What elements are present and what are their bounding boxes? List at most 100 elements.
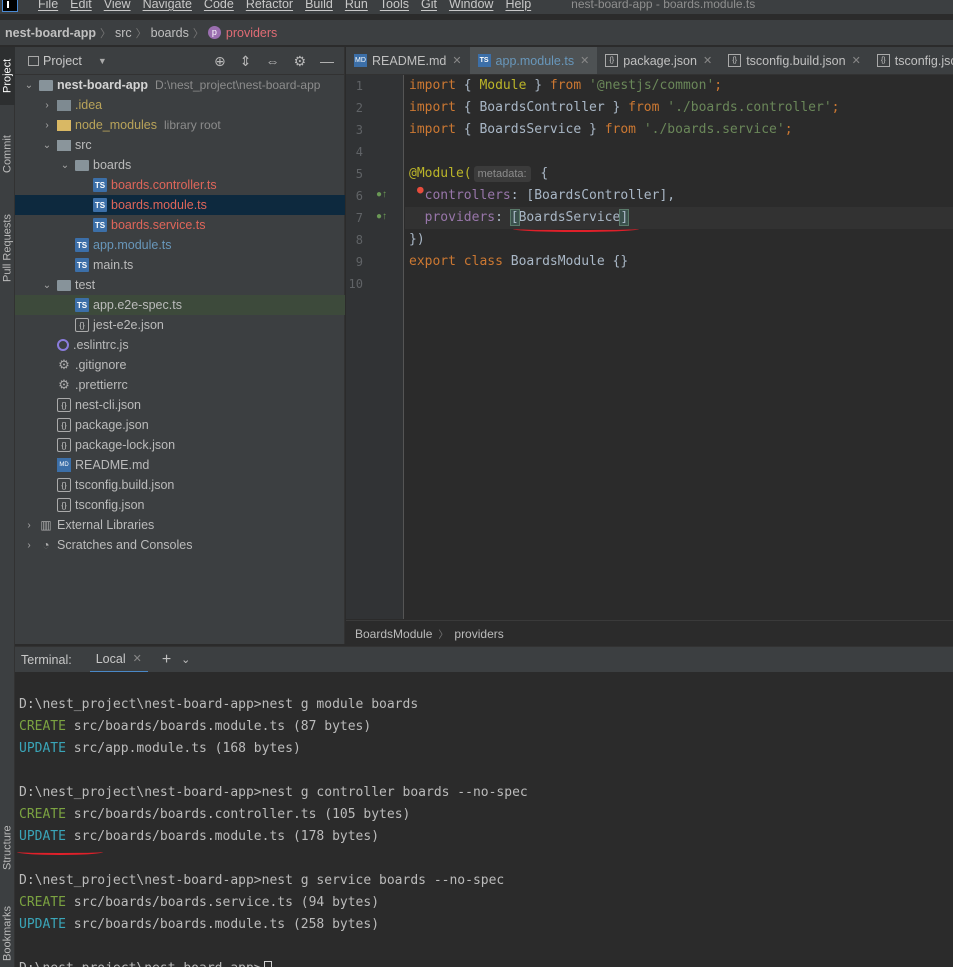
- tree-item-label: package-lock.json: [75, 438, 176, 452]
- chevron-down-icon[interactable]: ⌄: [41, 140, 53, 151]
- menu-tools[interactable]: Tools: [380, 0, 409, 11]
- terminal-title: Terminal:: [21, 652, 72, 667]
- library-icon: ▥: [40, 518, 52, 532]
- menu-navigate[interactable]: Navigate: [143, 0, 192, 11]
- tree-item[interactable]: ›⚙.prettierrc: [15, 375, 345, 395]
- tree-item-label: tsconfig.build.json: [75, 478, 175, 492]
- tree-item[interactable]: ›TSapp.e2e-spec.ts: [15, 295, 345, 315]
- project-view-selector[interactable]: Project: [43, 54, 82, 68]
- tool-tab-structure[interactable]: Structure: [0, 813, 15, 883]
- tree-item[interactable]: ⌄ boards: [15, 155, 345, 175]
- chevron-right-icon[interactable]: ›: [23, 540, 35, 551]
- close-icon[interactable]: ✕: [133, 652, 142, 665]
- editor-crumb-boardsmodule[interactable]: BoardsModule: [355, 627, 432, 641]
- tree-item[interactable]: ›{}package.json: [15, 415, 345, 435]
- chevron-down-icon[interactable]: ⌄: [59, 160, 71, 171]
- tree-item[interactable]: ›TSboards.controller.ts: [15, 175, 345, 195]
- menu-window[interactable]: Window: [449, 0, 493, 11]
- editor-tab[interactable]: {} tsconfig.json: [869, 47, 953, 74]
- dropdown-arrow-icon[interactable]: ▼: [98, 56, 107, 66]
- menu-bar: File Edit View Navigate Code Refactor Bu…: [0, 0, 953, 14]
- menu-file[interactable]: File: [38, 0, 58, 11]
- line-number: 8: [355, 233, 363, 247]
- tree-item[interactable]: › .idea: [15, 95, 345, 115]
- editor-tab[interactable]: {} tsconfig.build.json ✕: [720, 47, 869, 74]
- tool-tab-commit[interactable]: Commit: [0, 123, 15, 185]
- code-token: :: [495, 210, 511, 225]
- tool-tab-pull-requests[interactable]: Pull Requests: [0, 203, 15, 293]
- nav-crumb-project[interactable]: nest-board-app: [5, 26, 96, 40]
- tree-item[interactable]: ⌄ src: [15, 135, 345, 155]
- editor-tab[interactable]: TS app.module.ts ✕: [469, 47, 598, 74]
- new-terminal-plus-icon[interactable]: +: [162, 651, 171, 669]
- nav-crumb-src[interactable]: src: [115, 26, 132, 40]
- close-icon[interactable]: ✕: [703, 54, 712, 67]
- chevron-right-icon[interactable]: ›: [23, 520, 35, 531]
- tree-item[interactable]: ›TSboards.module.ts: [15, 195, 345, 215]
- tree-item[interactable]: ›MDREADME.md: [15, 455, 345, 475]
- editor-tab[interactable]: {} package.json ✕: [597, 47, 720, 74]
- code-token: ;: [714, 78, 723, 93]
- tree-item[interactable]: ›{}tsconfig.json: [15, 495, 345, 515]
- implemented-marker-icon[interactable]: ●↑: [376, 211, 387, 222]
- menu-help[interactable]: Help: [505, 0, 531, 11]
- menu-run[interactable]: Run: [345, 0, 368, 11]
- close-icon[interactable]: ✕: [852, 54, 861, 67]
- parameter-hint: metadata:: [473, 166, 531, 182]
- collapse-all-icon[interactable]: ⇔: [265, 54, 279, 68]
- menu-code[interactable]: Code: [204, 0, 234, 11]
- hide-icon[interactable]: —: [320, 54, 334, 68]
- implemented-marker-icon[interactable]: ●↑: [376, 189, 387, 200]
- terminal-cursor: [263, 961, 272, 967]
- editor-crumb-providers[interactable]: providers: [454, 627, 503, 641]
- tree-item-label: .prettierrc: [75, 378, 128, 392]
- code-token: import: [409, 78, 456, 93]
- terminal-status-tag: UPDATE: [19, 741, 66, 756]
- tree-item[interactable]: ›TSboards.service.ts: [15, 215, 345, 235]
- tool-tab-project[interactable]: Project: [0, 47, 15, 105]
- line-number: 10: [348, 277, 363, 291]
- close-icon[interactable]: ✕: [452, 54, 461, 67]
- tree-item[interactable]: › ▥ External Libraries: [15, 515, 345, 535]
- tool-tab-bookmarks[interactable]: Bookmarks: [0, 899, 15, 967]
- code-line-5: @Module(metadata: {: [409, 163, 548, 185]
- terminal-output[interactable]: D:\nest_project\nest-board-app>nest g mo…: [15, 672, 953, 967]
- expand-all-icon[interactable]: ⇕: [240, 54, 252, 68]
- close-icon[interactable]: ✕: [580, 54, 589, 67]
- tree-item[interactable]: › node_modules library root: [15, 115, 345, 135]
- tree-item[interactable]: ›{}jest-e2e.json: [15, 315, 345, 335]
- folder-icon: [75, 159, 89, 171]
- tree-item[interactable]: ›⚙.gitignore: [15, 355, 345, 375]
- menu-refactor[interactable]: Refactor: [246, 0, 293, 11]
- menu-edit[interactable]: Edit: [70, 0, 92, 11]
- chevron-right-icon[interactable]: ›: [41, 100, 53, 111]
- chevron-down-icon[interactable]: ⌄: [181, 653, 190, 666]
- tree-item[interactable]: › ◔ Scratches and Consoles: [15, 535, 345, 555]
- editor-tab[interactable]: MD README.md ✕: [346, 47, 470, 74]
- locate-file-icon[interactable]: ⊕: [214, 54, 226, 68]
- chevron-down-icon[interactable]: ⌄: [41, 280, 53, 291]
- tree-item[interactable]: ⌄ test: [15, 275, 345, 295]
- tree-item[interactable]: ›.eslintrc.js: [15, 335, 345, 355]
- tree-item[interactable]: ⌄ nest-board-app D:\nest_project\nest-boar…: [15, 75, 345, 95]
- line-number: 5: [355, 167, 363, 181]
- chevron-down-icon[interactable]: ⌄: [23, 80, 35, 91]
- tree-item[interactable]: ›TSmain.ts: [15, 255, 345, 275]
- tree-item-hint: D:\nest_project\nest-board-app: [154, 78, 321, 92]
- menu-build[interactable]: Build: [305, 0, 333, 11]
- code-token: {: [455, 78, 480, 93]
- code-editor[interactable]: ●↑ ●↑ 1 2 3 4 5 6 7 8 9 10 import { Module } from…: [346, 75, 953, 619]
- menu-git[interactable]: Git: [421, 0, 437, 11]
- chevron-right-icon[interactable]: ›: [41, 120, 53, 131]
- tree-item[interactable]: ›{}nest-cli.json: [15, 395, 345, 415]
- nav-crumb-boards[interactable]: boards: [151, 26, 189, 40]
- menu-view[interactable]: View: [104, 0, 131, 11]
- line-number: 2: [355, 101, 363, 115]
- nav-crumb-providers[interactable]: providers: [226, 26, 277, 40]
- gear-icon[interactable]: ⚙: [293, 54, 306, 68]
- tree-item[interactable]: ›TSapp.module.ts: [15, 235, 345, 255]
- terminal-tab-local[interactable]: Local ✕: [89, 647, 148, 673]
- tree-item[interactable]: ›{}tsconfig.build.json: [15, 475, 345, 495]
- config-file-icon: ⚙: [58, 357, 70, 372]
- tree-item[interactable]: ›{}package-lock.json: [15, 435, 345, 455]
